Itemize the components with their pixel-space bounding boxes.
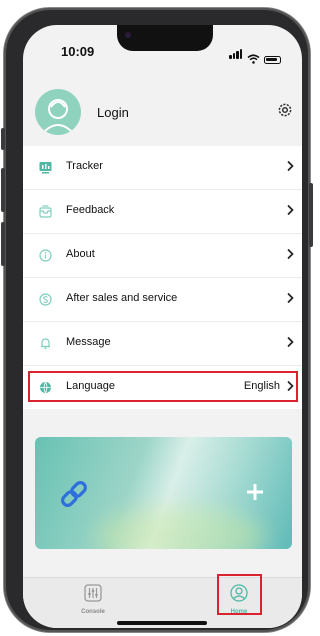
language-highlight-box <box>28 371 298 402</box>
chevron-right-icon <box>287 336 294 348</box>
chevron-right-icon <box>287 292 294 304</box>
power-button <box>309 183 313 247</box>
info-icon <box>39 249 52 262</box>
console-sliders-icon <box>84 584 102 602</box>
add-device-banner[interactable] <box>35 437 292 549</box>
chevron-right-icon <box>287 248 294 260</box>
chevron-right-icon <box>287 204 294 216</box>
notch <box>117 25 213 51</box>
login-link[interactable]: Login <box>97 105 129 120</box>
bell-icon <box>41 338 50 350</box>
tab-console[interactable]: Console <box>63 584 123 615</box>
tab-label: Console <box>81 609 105 615</box>
wifi-icon <box>247 54 260 64</box>
gear-icon[interactable] <box>277 102 293 123</box>
home-highlight-box <box>217 574 262 615</box>
menu-item-about[interactable]: About <box>23 234 302 278</box>
plus-icon[interactable] <box>246 483 264 501</box>
menu-item-label: Message <box>66 336 111 348</box>
phone-frame: 10:09 Login Tracker Feedback About After… <box>1 8 313 632</box>
link-icon <box>61 481 87 507</box>
chevron-right-icon <box>287 160 294 172</box>
status-icons <box>229 46 281 64</box>
menu-item-after-sales[interactable]: After sales and service <box>23 278 302 322</box>
menu-item-message[interactable]: Message <box>23 322 302 366</box>
settings-menu: Tracker Feedback About After sales and s… <box>23 146 302 409</box>
front-camera <box>125 32 131 38</box>
menu-item-tracker[interactable]: Tracker <box>23 146 302 190</box>
mute-switch <box>1 128 5 150</box>
menu-item-label: Feedback <box>66 204 115 216</box>
menu-item-feedback[interactable]: Feedback <box>23 190 302 234</box>
status-time: 10:09 <box>61 44 95 59</box>
menu-item-label: After sales and service <box>66 292 178 304</box>
banner-glow <box>95 507 265 549</box>
tracker-icon <box>39 162 52 174</box>
profile-header: Login <box>23 77 302 157</box>
user-avatar-icon[interactable] <box>35 89 81 135</box>
signal-icon <box>229 46 243 64</box>
battery-icon <box>264 56 281 64</box>
home-indicator[interactable] <box>117 621 207 625</box>
menu-item-label: About <box>66 248 95 260</box>
feedback-icon <box>39 205 52 218</box>
service-icon <box>39 293 52 306</box>
volume-up-button <box>1 168 5 212</box>
volume-down-button <box>1 222 5 266</box>
app-screen: 10:09 Login Tracker Feedback About After… <box>23 25 302 628</box>
menu-item-label: Tracker <box>66 160 103 172</box>
